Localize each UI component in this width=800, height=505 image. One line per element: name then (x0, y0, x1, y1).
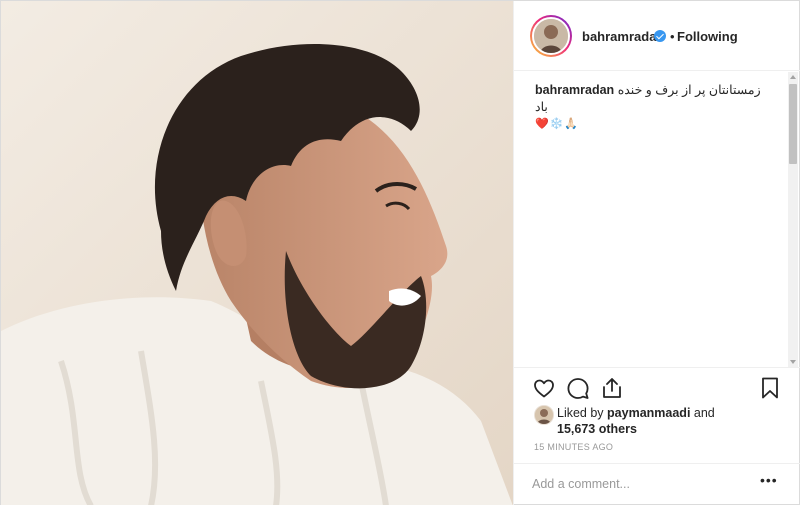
likes-prefix: Liked by (557, 406, 604, 420)
avatar-image (532, 17, 570, 55)
post-details-panel: bahramradan • Following bahramradan زمست… (513, 1, 800, 505)
following-button[interactable]: Following (677, 29, 738, 45)
scrollbar-thumb[interactable] (789, 84, 797, 164)
heart-icon[interactable] (532, 376, 556, 400)
scroll-up-arrow-icon[interactable] (788, 72, 798, 82)
header-separator: • (670, 29, 675, 44)
verified-badge-icon (654, 30, 666, 42)
comment-icon[interactable] (566, 376, 590, 400)
post-caption: bahramradan زمستانتان پر از برف و خنده ب… (535, 82, 775, 133)
more-options-icon[interactable]: ••• (760, 472, 778, 488)
post-timestamp[interactable]: 15 MINUTES AGO (534, 442, 613, 452)
post-photo[interactable] (1, 1, 513, 505)
likes-summary: Liked by paymanmaadi and 15,673 others (557, 405, 715, 437)
likes-count[interactable]: 15,673 others (557, 422, 637, 436)
share-icon[interactable] (600, 376, 624, 400)
liker-avatar[interactable] (534, 405, 554, 425)
instagram-post: bahramradan • Following bahramradan زمست… (0, 0, 800, 505)
comments-scrollbar[interactable] (788, 72, 798, 367)
profile-avatar[interactable] (530, 15, 572, 57)
liker-username[interactable]: paymanmaadi (607, 406, 690, 420)
likes-conjunction: and (693, 406, 715, 420)
likes-section: Liked by paymanmaadi and 15,673 others (532, 401, 792, 441)
bookmark-icon[interactable] (758, 376, 782, 400)
post-author-username[interactable]: bahramradan (582, 29, 664, 45)
caption-username[interactable]: bahramradan (535, 83, 614, 97)
scroll-down-arrow-icon[interactable] (788, 357, 798, 367)
portrait-image (1, 1, 513, 505)
post-header: bahramradan • Following (514, 1, 800, 71)
comment-input[interactable] (532, 475, 752, 493)
comments-area[interactable]: bahramradan زمستانتان پر از برف و خنده ب… (514, 72, 800, 367)
caption-emojis: ❤️❄️🙏🏻 (535, 118, 580, 130)
add-comment-bar: ••• (514, 463, 800, 505)
